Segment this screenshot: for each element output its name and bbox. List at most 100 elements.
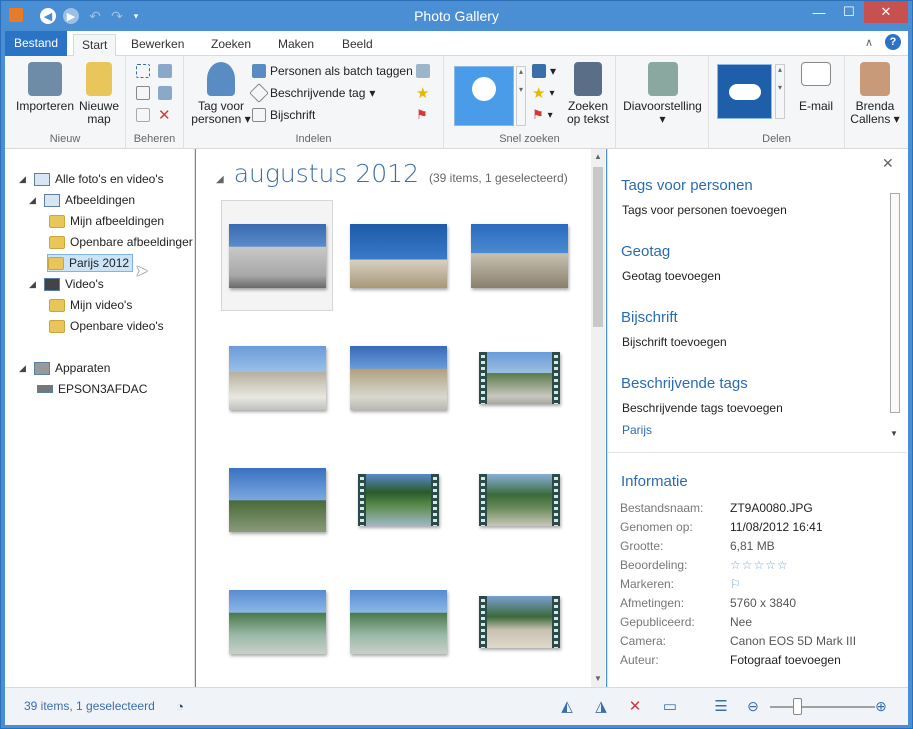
tags-personen-add[interactable]: Tags voor personen toevoegen: [622, 203, 787, 217]
slideshow-icon[interactable]: ▭: [660, 696, 680, 716]
select-all-icon: [136, 64, 150, 78]
info-pane-scrollbar[interactable]: ▼: [888, 171, 902, 441]
collapse-ribbon-icon[interactable]: ∧: [865, 36, 873, 49]
tab-bewerken[interactable]: Bewerken: [123, 34, 192, 56]
expand-arrow-icon[interactable]: ◢: [29, 195, 39, 206]
nieuwe-map-button[interactable]: Nieuwe map: [77, 62, 121, 126]
video-thumbnail[interactable]: [479, 352, 560, 404]
tree-item-alle[interactable]: ◢ Alle foto's en video's: [19, 170, 164, 188]
flag-button[interactable]: ⚑: [416, 106, 428, 124]
beschrijvende-tag-button[interactable]: Beschrijvende tag ▾: [249, 83, 375, 103]
pictures-library-icon: [44, 193, 60, 207]
tab-start[interactable]: Start: [73, 34, 117, 57]
tab-beeld[interactable]: Beeld: [334, 34, 381, 56]
photo-thumbnail[interactable]: [471, 224, 568, 288]
photo-thumbnail[interactable]: [350, 224, 447, 288]
scroll-up-icon[interactable]: ▲: [591, 152, 605, 161]
copy-button[interactable]: [136, 84, 150, 102]
info-value[interactable]: ZT9A0080.JPG: [730, 501, 813, 515]
caption-icon: [252, 108, 266, 122]
grid-scrollbar[interactable]: ▲ ▼: [591, 149, 605, 687]
rotate-right-button[interactable]: [158, 84, 172, 102]
diavoorstelling-button[interactable]: Diavoorstelling ▾: [620, 62, 705, 126]
person-filter-gallery[interactable]: [454, 66, 514, 126]
flag-toggle-icon[interactable]: ⚐: [730, 577, 741, 591]
tree-item-parijs-2012[interactable]: Parijs 2012: [47, 254, 134, 272]
bijschrift-button[interactable]: Bijschrift: [252, 106, 315, 124]
tree-item-epson[interactable]: EPSON3AFDAC: [37, 380, 147, 398]
photo-thumbnail[interactable]: [229, 224, 326, 288]
geotag-button[interactable]: [416, 62, 430, 80]
delete-icon[interactable]: ✕: [625, 696, 645, 716]
info-scroll-thumb[interactable]: [890, 193, 900, 413]
photo-thumbnail[interactable]: [350, 590, 447, 654]
maximize-button[interactable]: ☐: [832, 1, 866, 23]
envelope-icon: [801, 62, 831, 86]
tree-item-mijn-videos[interactable]: Mijn video's: [49, 296, 132, 314]
details-view-icon[interactable]: ☰: [711, 696, 731, 716]
gallery-scroll[interactable]: ▴ ▾: [516, 66, 526, 126]
group-label-nieuw: Nieuw: [49, 133, 81, 145]
share-gallery-scroll[interactable]: ▴ ▾: [775, 64, 785, 119]
help-icon[interactable]: ?: [885, 34, 901, 50]
photo-thumbnail[interactable]: [229, 346, 326, 410]
tree-item-videos[interactable]: ◢ Video's: [29, 275, 104, 293]
close-button[interactable]: ✕: [864, 1, 908, 23]
photo-thumbnail[interactable]: [229, 590, 326, 654]
collapse-group-icon[interactable]: ◢: [216, 174, 224, 185]
expand-arrow-icon[interactable]: ◢: [29, 279, 39, 290]
photo-thumbnail[interactable]: [229, 468, 326, 532]
scroll-down-icon[interactable]: ▼: [591, 674, 605, 683]
close-info-pane-icon[interactable]: ✕: [882, 155, 894, 172]
flag-filter-button[interactable]: ⚑ ▾: [532, 106, 553, 124]
tab-zoeken[interactable]: Zoeken: [203, 34, 259, 56]
rating-stars-icon[interactable]: ☆☆☆☆☆: [730, 558, 789, 572]
scrollbar-thumb[interactable]: [593, 167, 603, 327]
onedrive-tile[interactable]: [717, 64, 772, 119]
paste-button[interactable]: [136, 106, 150, 124]
clock-icon[interactable]: ◔: [170, 696, 190, 716]
importeren-button[interactable]: Importeren: [13, 62, 77, 113]
video-thumbnail[interactable]: [479, 474, 560, 526]
tag-voor-personen-button[interactable]: Tag voor personen ▾: [190, 62, 252, 126]
delete-button[interactable]: ✕: [158, 106, 171, 124]
date-filter-button[interactable]: ▾: [532, 62, 556, 80]
email-button[interactable]: E-mail: [791, 62, 841, 113]
geotag-add[interactable]: Geotag toevoegen: [622, 269, 721, 283]
select-all-button[interactable]: [136, 62, 150, 80]
tag-parijs[interactable]: Parijs: [622, 423, 652, 437]
zoeken-op-tekst-button[interactable]: Zoeken op tekst: [562, 62, 614, 126]
expand-arrow-icon[interactable]: ◢: [19, 174, 29, 185]
video-thumbnail[interactable]: [358, 474, 439, 526]
photo-thumbnail[interactable]: [350, 346, 447, 410]
tab-bestand[interactable]: Bestand: [5, 31, 67, 56]
tree-item-apparaten[interactable]: ◢ Apparaten: [19, 359, 110, 377]
info-value[interactable]: Fotograaf toevoegen: [730, 653, 841, 667]
info-scroll-down-icon[interactable]: ▼: [890, 429, 898, 438]
tree-item-openbare-afbeeldingen[interactable]: Openbare afbeeldinger: [49, 233, 193, 251]
user-account-button[interactable]: Brenda Callens ▾: [845, 62, 905, 126]
zoom-slider-track[interactable]: [770, 706, 875, 708]
beschrijvende-tags-add[interactable]: Beschrijvende tags toevoegen: [622, 401, 783, 415]
bijschrift-add[interactable]: Bijschrift toevoegen: [622, 335, 727, 349]
rating-filter-button[interactable]: ★ ▾: [532, 84, 554, 102]
zoom-out-icon[interactable]: ⊖: [743, 696, 763, 716]
zoom-slider-thumb[interactable]: [793, 698, 802, 715]
info-value[interactable]: 11/08/2012 16:41: [730, 520, 823, 534]
batch-taggen-button[interactable]: Personen als batch taggen: [252, 62, 413, 80]
rotate-left-button[interactable]: [158, 62, 172, 80]
tree-item-afbeeldingen[interactable]: ◢ Afbeeldingen: [29, 191, 135, 209]
minimize-button[interactable]: —: [802, 1, 836, 23]
month-header[interactable]: ◢ augustus 2012 (39 items, 1 geselecteer…: [216, 159, 568, 188]
tree-item-mijn-afbeeldingen[interactable]: Mijn afbeeldingen: [49, 212, 164, 230]
info-row-bestandsnaam: Bestandsnaam: ZT9A0080.JPG: [620, 501, 813, 515]
expand-arrow-icon[interactable]: ◢: [19, 363, 29, 374]
zoom-in-icon[interactable]: ⊕: [871, 696, 891, 716]
info-row-auteur: Auteur: Fotograaf toevoegen: [620, 653, 841, 667]
tree-item-openbare-videos[interactable]: Openbare video's: [49, 317, 164, 335]
video-thumbnail[interactable]: [479, 596, 560, 648]
rotate-left-icon[interactable]: ◭: [557, 696, 577, 716]
rotate-right-icon[interactable]: ◮: [591, 696, 611, 716]
rate-button[interactable]: ★: [416, 84, 429, 102]
tab-maken[interactable]: Maken: [270, 34, 322, 56]
